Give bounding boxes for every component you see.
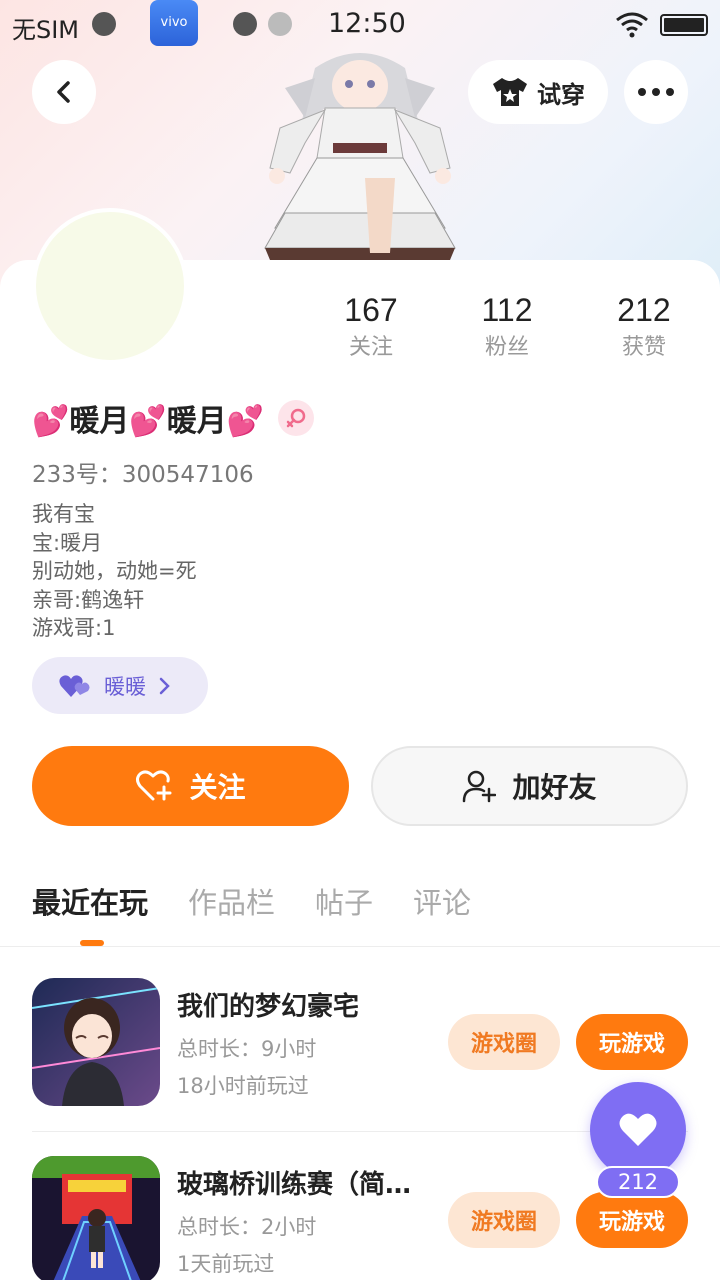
follow-button[interactable]: 关注 xyxy=(32,746,349,826)
game-circle-button[interactable]: 游戏圈 xyxy=(448,1192,560,1248)
game-row[interactable]: 我们的梦幻豪宅 总时长：9小时 18小时前玩过 游戏圈 玩游戏 xyxy=(32,978,688,1108)
add-friend-button[interactable]: 加好友 xyxy=(371,746,688,826)
bio-line: 游戏哥:1 xyxy=(32,616,116,640)
floating-like-button[interactable] xyxy=(590,1082,686,1178)
game-thumbnail xyxy=(32,978,160,1106)
heart-icon xyxy=(619,1113,657,1146)
stat-label: 粉丝 xyxy=(484,335,529,360)
play-game-button[interactable]: 玩游戏 xyxy=(576,1014,688,1070)
couple-tag-label: 暖暖 xyxy=(104,674,146,699)
female-gender-icon xyxy=(278,400,315,436)
stat-label: 获赞 xyxy=(621,335,666,360)
nickname: 💕暖月💕暖月💕 xyxy=(32,404,265,439)
game-row[interactable]: 玻璃桥训练赛（简… 总时长：2小时 1天前玩过 游戏圈 玩游戏 xyxy=(32,1156,688,1280)
more-dots-icon xyxy=(638,88,674,96)
status-bar: 无SIM vivo 12:50 xyxy=(0,0,720,50)
game-total-time: 总时长：2小时 xyxy=(177,1215,317,1239)
chevron-left-icon xyxy=(57,81,70,103)
stat-following[interactable]: 167 关注 xyxy=(316,290,426,366)
game-thumbnail xyxy=(32,1156,160,1280)
game-circle-button[interactable]: 游戏圈 xyxy=(448,1014,560,1070)
divider xyxy=(0,946,720,947)
chevron-right-icon xyxy=(159,677,170,694)
clock: 12:50 xyxy=(328,8,406,39)
carrier-label: 无SIM xyxy=(12,16,80,44)
play-game-button[interactable]: 玩游戏 xyxy=(576,1192,688,1248)
game-title: 玻璃桥训练赛（简… xyxy=(177,1170,412,1200)
wifi-icon xyxy=(616,12,648,38)
bio-line: 亲哥:鹤逸轩 xyxy=(32,587,145,612)
try-on-button[interactable]: 试穿 xyxy=(468,60,608,124)
tab-posts[interactable]: 帖子 xyxy=(315,882,373,942)
stat-fans[interactable]: 112 粉丝 xyxy=(452,290,562,366)
back-button[interactable] xyxy=(32,60,96,124)
stat-value: 212 xyxy=(617,292,671,328)
add-friend-label: 加好友 xyxy=(512,771,597,804)
tshirt-icon xyxy=(493,78,527,106)
game-total-time: 总时长：9小时 xyxy=(177,1037,317,1061)
browser-icon xyxy=(233,12,257,36)
like-count-badge: 212 xyxy=(596,1166,680,1198)
stat-likes[interactable]: 212 获赞 xyxy=(589,290,699,366)
bio-line: 别动她，动她=死 xyxy=(32,559,197,583)
bio-line: 我有宝 xyxy=(32,502,95,526)
bio-line: 宝:暖月 xyxy=(32,530,103,555)
tab-works[interactable]: 作品栏 xyxy=(188,882,275,942)
follow-label: 关注 xyxy=(189,771,246,804)
double-heart-icon xyxy=(59,674,90,697)
bio: 我有宝 宝:暖月 别动她，动她=死 亲哥:鹤逸轩 游戏哥:1 xyxy=(32,500,197,643)
more-button[interactable] xyxy=(624,60,688,124)
user-id: 233号：300547106 xyxy=(32,462,254,488)
profile-tabs: 最近在玩 作品栏 帖子 评论 xyxy=(32,882,471,942)
couple-tag[interactable]: 暖暖 xyxy=(32,657,208,714)
app-icon xyxy=(268,12,292,36)
nickname-row: 💕暖月💕暖月💕 xyxy=(32,396,315,440)
battery-icon xyxy=(660,14,708,36)
stat-value: 167 xyxy=(344,292,398,328)
try-on-label: 试穿 xyxy=(537,80,585,109)
add-user-icon xyxy=(463,770,497,803)
vivo-app-icon: vivo xyxy=(150,0,198,46)
tab-comments[interactable]: 评论 xyxy=(413,882,471,942)
stat-label: 关注 xyxy=(348,335,393,360)
game-last-played: 1天前玩过 xyxy=(177,1252,275,1276)
tab-recent-games[interactable]: 最近在玩 xyxy=(32,882,148,942)
avatar-character-image xyxy=(264,53,456,260)
heart-plus-icon xyxy=(136,770,172,801)
game-last-played: 18小时前玩过 xyxy=(177,1074,309,1098)
game-title: 我们的梦幻豪宅 xyxy=(177,992,360,1022)
stat-value: 112 xyxy=(481,292,533,328)
avatar[interactable] xyxy=(32,208,188,364)
media-icon xyxy=(92,12,116,36)
